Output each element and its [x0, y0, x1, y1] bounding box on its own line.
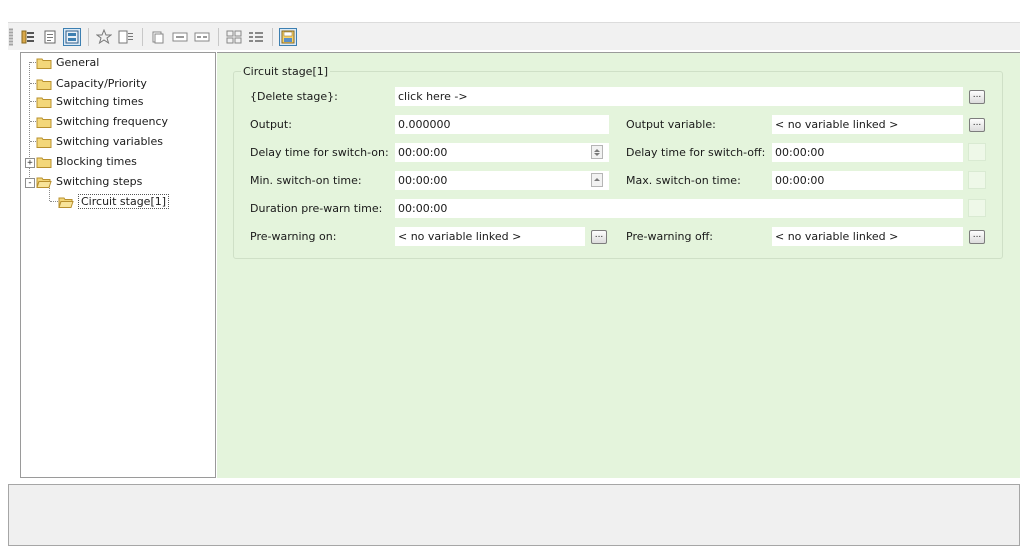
min-switch-on-field[interactable]: 00:00:00	[395, 171, 609, 190]
tree-item-label: Blocking times	[56, 155, 137, 168]
delay-off-field[interactable]: 00:00:00	[772, 143, 963, 162]
prewarn-duration-label: Duration pre-warn time:	[250, 202, 383, 215]
content-panel: Circuit stage[1] {Delete stage}: click h…	[217, 52, 1020, 478]
tree-item-label: Switching variables	[56, 135, 163, 148]
max-switch-on-field[interactable]: 00:00:00	[772, 171, 963, 190]
delay-on-spinner[interactable]	[591, 145, 603, 159]
output-variable-label: Output variable:	[626, 118, 716, 131]
tree-item-label: Capacity/Priority	[56, 77, 147, 90]
spin-up-icon	[594, 178, 600, 181]
tree-item-label: Switching steps	[56, 175, 143, 188]
favorites-star-icon[interactable]	[95, 28, 113, 46]
toolbar	[8, 22, 1020, 50]
tree-item-switching-times[interactable]: Switching times	[36, 93, 143, 110]
grid-layout-icon[interactable]	[225, 28, 243, 46]
tree-item-switching-steps[interactable]: Switching steps	[36, 173, 142, 190]
open-folder-icon	[58, 196, 74, 208]
toolbar-separator	[88, 27, 89, 46]
tree-view-icon[interactable]	[19, 28, 37, 46]
tree-item-general[interactable]: General	[36, 54, 99, 71]
output-label: Output:	[250, 118, 292, 131]
form-view-icon[interactable]	[63, 27, 81, 46]
page-view-icon[interactable]	[41, 28, 59, 46]
delay-on-field[interactable]: 00:00:00	[395, 143, 609, 162]
description-panel	[8, 484, 1020, 546]
delay-on-label: Delay time for switch-on:	[250, 146, 389, 159]
delete-stage-field[interactable]: click here ->	[395, 87, 963, 106]
expand-toggle[interactable]: +	[25, 158, 35, 168]
folder-icon	[36, 78, 52, 90]
tree-item-switching-variables[interactable]: Switching variables	[36, 133, 163, 150]
spin-down-icon	[594, 152, 600, 156]
copy-page-icon[interactable]	[149, 28, 167, 46]
output-variable-field[interactable]: < no variable linked >	[772, 115, 963, 134]
prewarn-on-button[interactable]: ...	[591, 230, 607, 244]
spin-up-icon	[594, 148, 600, 152]
prewarn-duration-field[interactable]: 00:00:00	[395, 199, 963, 218]
prewarn-off-button[interactable]: ...	[969, 230, 985, 244]
delete-stage-label: {Delete stage}:	[250, 90, 338, 103]
prewarn-off-label: Pre-warning off:	[626, 230, 714, 243]
list-details-icon[interactable]	[117, 28, 135, 46]
field-text-icon[interactable]	[193, 28, 211, 46]
tree-item-label: General	[56, 56, 100, 69]
delay-off-placeholder	[968, 143, 986, 161]
folder-icon	[36, 136, 52, 148]
prewarn-duration-placeholder	[968, 199, 986, 217]
min-switch-on-spinner[interactable]	[591, 173, 603, 187]
field-width-icon[interactable]	[171, 28, 189, 46]
prewarn-on-label: Pre-warning on:	[250, 230, 337, 243]
tree-item-capacity-priority[interactable]: Capacity/Priority	[36, 75, 147, 92]
toolbar-separator	[272, 27, 273, 46]
tree-connector-line	[50, 201, 58, 202]
open-folder-icon	[36, 176, 52, 188]
toolbar-grip[interactable]	[9, 27, 13, 46]
folder-icon	[36, 96, 52, 108]
folder-icon	[36, 57, 52, 69]
save-settings-icon[interactable]	[279, 27, 297, 46]
output-variable-button[interactable]: ...	[969, 118, 985, 132]
tree-item-label: Circuit stage[1]	[78, 194, 170, 209]
max-switch-on-placeholder	[968, 171, 986, 189]
toolbar-separator	[218, 27, 219, 46]
min-switch-on-label: Min. switch-on time:	[250, 174, 362, 187]
tree-item-label: Switching times	[56, 95, 144, 108]
folder-icon	[36, 156, 52, 168]
tree-item-switching-frequency[interactable]: Switching frequency	[36, 113, 168, 130]
toolbar-separator	[142, 27, 143, 46]
tree-item-label: Switching frequency	[56, 115, 169, 128]
navigation-tree: + - General Capacity/Priority Switching …	[20, 52, 216, 478]
group-title: Circuit stage[1]	[241, 65, 331, 78]
max-switch-on-label: Max. switch-on time:	[626, 174, 741, 187]
output-field[interactable]: 0.000000	[395, 115, 609, 134]
prewarn-on-field[interactable]: < no variable linked >	[395, 227, 585, 246]
tree-item-blocking-times[interactable]: Blocking times	[36, 153, 137, 170]
title-strip	[0, 0, 1020, 22]
delete-stage-button[interactable]: ...	[969, 90, 985, 104]
folder-icon	[36, 116, 52, 128]
delay-off-label: Delay time for switch-off:	[626, 146, 766, 159]
collapse-toggle[interactable]: -	[25, 178, 35, 188]
prewarn-off-field[interactable]: < no variable linked >	[772, 227, 963, 246]
list-layout-icon[interactable]	[247, 28, 265, 46]
tree-item-circuit-stage[interactable]: Circuit stage[1]	[58, 193, 170, 210]
